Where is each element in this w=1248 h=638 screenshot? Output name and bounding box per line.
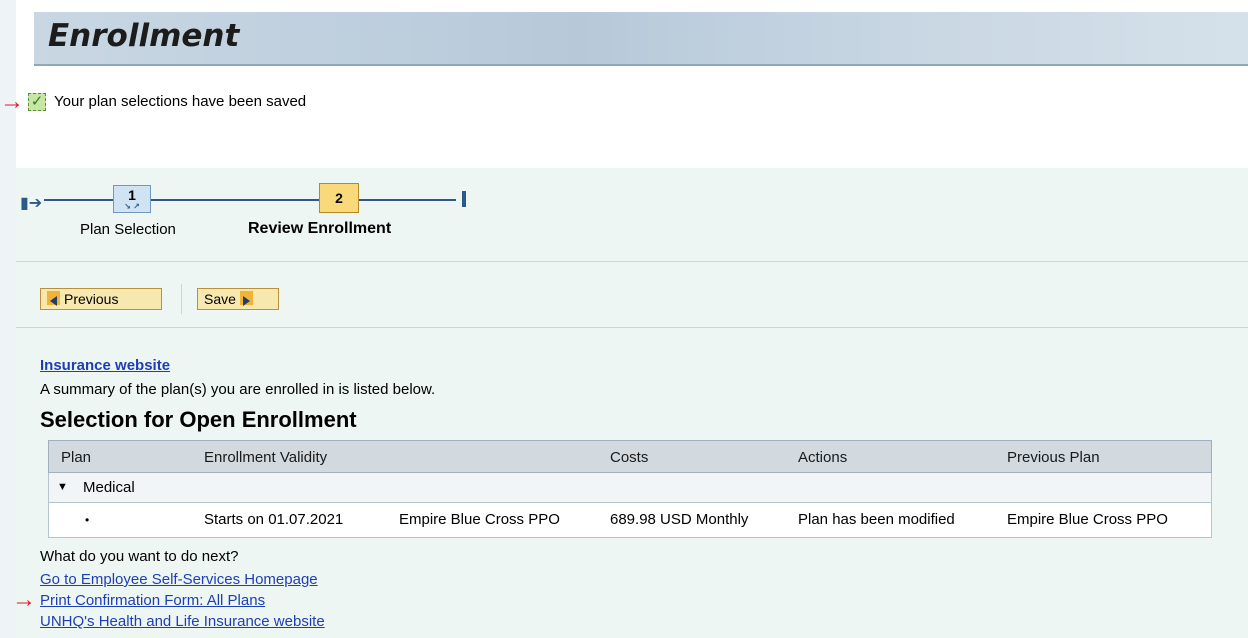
print-confirmation-link[interactable]: Print Confirmation Form: All Plans [40,592,265,609]
section-title: Selection for Open Enrollment [40,407,357,432]
step-number: 1 [128,187,136,203]
summary-text: A summary of the plan(s) you are enrolle… [40,381,436,398]
step-substeps-icon: ↘ ↗ [124,202,140,211]
roadmap-line [151,199,319,201]
group-label: Medical [83,479,135,496]
roadmap-step-plan-selection[interactable]: 1 ↘ ↗ [113,185,151,213]
table-header: Plan Enrollment Validity Costs Actions P… [48,440,1212,473]
toolbar-separator [181,284,182,314]
enrollment-table: Plan Enrollment Validity Costs Actions P… [48,440,1212,538]
roadmap-step-review-enrollment[interactable]: 2 [319,183,359,213]
previous-button-label: Previous [64,291,119,307]
red-arrow-icon: → [12,586,36,613]
table-group-row[interactable]: ▼ Medical [48,473,1212,502]
arrow-left-icon [47,291,60,306]
checkmark-icon: ✓ [28,93,46,111]
insurance-website-link[interactable]: Insurance website [40,357,170,374]
column-header-validity: Enrollment Validity [204,449,328,466]
previous-button[interactable]: Previous [40,288,162,310]
cell-cost: 689.98 USD Monthly [610,511,749,528]
arrow-right-icon [239,291,253,306]
success-message-text: Your plan selections have been saved [54,93,307,110]
roadmap-end-icon [452,191,466,207]
roadmap-start-icon: ▮➔ [20,195,43,212]
step-label-plan-selection: Plan Selection [80,221,176,238]
triangle-down-icon[interactable]: ▼ [57,473,68,502]
roadmap-line [44,199,113,201]
health-insurance-link[interactable]: UNHQ's Health and Life Insurance website [40,613,325,630]
page-title: Enrollment [48,18,240,54]
table-row: • Starts on 01.07.2021 Empire Blue Cross… [48,502,1212,538]
title-bar: Enrollment [34,12,1248,66]
row-bullet: • [85,513,90,527]
column-header-previous-plan: Previous Plan [1007,449,1100,466]
step-number: 2 [335,190,343,206]
divider [16,327,1248,328]
cell-validity: Starts on 01.07.2021 [204,511,344,528]
column-header-costs: Costs [610,449,649,466]
next-question: What do you want to do next? [40,548,239,565]
save-button-label: Save [204,291,236,307]
divider [16,261,1248,262]
save-button[interactable]: Save [197,288,279,310]
message-area [16,66,1248,168]
enrollment-page: Enrollment → ✓ Your plan selections have… [0,0,1248,638]
content-area [16,168,1248,638]
roadmap-line [359,199,456,201]
cell-action: Plan has been modified [798,511,955,528]
cell-plan-name: Empire Blue Cross PPO [399,511,560,528]
red-arrow-icon: → [0,88,24,115]
step-label-review-enrollment: Review Enrollment [248,220,392,237]
ess-homepage-link[interactable]: Go to Employee Self-Services Homepage [40,571,318,588]
column-header-plan: Plan [61,449,92,466]
column-header-actions: Actions [798,449,848,466]
cell-previous-plan: Empire Blue Cross PPO [1007,511,1168,528]
